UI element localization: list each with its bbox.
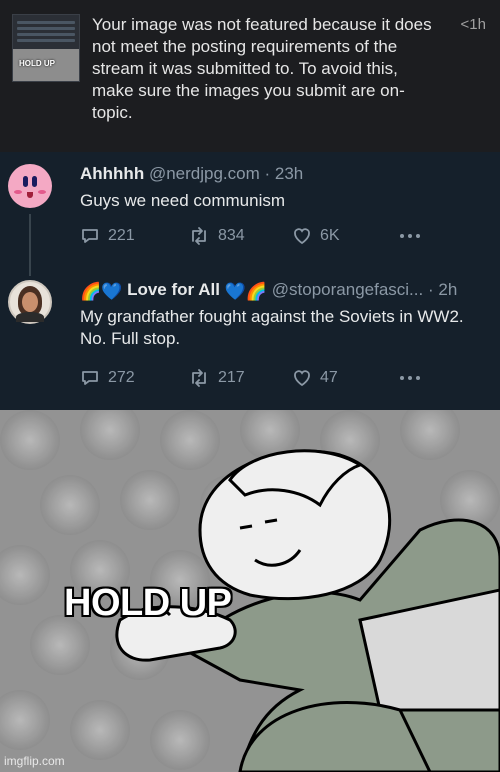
rejection-notification[interactable]: HOLD UP Your image was not featured beca… xyxy=(0,0,500,152)
reply-button[interactable]: 272 xyxy=(80,368,135,388)
tweet-2-header: 🌈💙 Love for All 💙🌈 @stoporangefasci... ·… xyxy=(80,280,457,302)
tweet-1-handle[interactable]: @nerdjpg.com xyxy=(149,164,260,183)
retweet-count: 217 xyxy=(218,369,245,386)
tweet-1-separator: · xyxy=(264,164,271,183)
more-dots-icon xyxy=(400,376,420,380)
kirby-right-eye xyxy=(32,176,37,187)
notification-message: Your image was not featured because it d… xyxy=(92,15,432,122)
kirby-left-blush xyxy=(14,190,22,194)
reply-button[interactable]: 221 xyxy=(80,226,135,246)
retweet-icon xyxy=(192,369,206,387)
notification-age: <1h xyxy=(460,16,486,33)
kirby-avatar-icon[interactable] xyxy=(8,164,52,208)
tweet-1-time[interactable]: 23h xyxy=(275,164,303,183)
tweet-thread: Ahhhhh @nerdjpg.com · 23h Guys we need c… xyxy=(0,152,500,410)
more-options-button[interactable] xyxy=(398,226,422,246)
reply-count: 221 xyxy=(108,227,135,244)
tweet-1-actions: 221 834 6K xyxy=(80,226,480,250)
thumbnail-caption: HOLD UP xyxy=(19,59,55,68)
kirby-left-eye xyxy=(23,176,28,187)
tweet-1-text: Guys we need communism xyxy=(80,191,286,210)
heart-icon xyxy=(294,228,310,245)
retweet-count: 834 xyxy=(218,227,245,244)
retweet-button[interactable]: 834 xyxy=(188,226,245,246)
reply-icon xyxy=(82,229,98,243)
imgflip-watermark: imgflip.com xyxy=(4,754,65,768)
like-button[interactable]: 6K xyxy=(292,226,340,246)
heart-rainbow-emoji: 💙🌈 xyxy=(224,282,268,301)
like-count: 6K xyxy=(320,227,340,244)
thread-connector xyxy=(29,214,31,276)
tweet-1-name[interactable]: Ahhhhh xyxy=(80,164,144,183)
reply-count: 272 xyxy=(108,369,135,386)
more-dots-icon xyxy=(400,234,420,238)
tweet-2-separator: · xyxy=(427,280,434,299)
reply-icon xyxy=(82,371,98,385)
thumbnail-text-lines xyxy=(17,21,75,45)
tweet-1[interactable]: Ahhhhh @nerdjpg.com · 23h Guys we need c… xyxy=(0,152,500,276)
kirby-right-blush xyxy=(38,190,46,194)
woman-portrait-avatar-icon[interactable] xyxy=(8,280,52,324)
rainbow-heart-emoji: 🌈💙 xyxy=(80,282,123,301)
tweet-2[interactable]: 🌈💙 Love for All 💙🌈 @stoporangefasci... ·… xyxy=(0,270,500,410)
tweet-2-handle[interactable]: @stoporangefasci... xyxy=(272,280,423,299)
retweet-icon xyxy=(192,227,206,245)
tweet-2-text: My grandfather fought against the Soviet… xyxy=(80,307,464,348)
heart-icon xyxy=(294,370,310,387)
more-options-button[interactable] xyxy=(398,368,422,388)
like-count: 47 xyxy=(320,369,338,386)
avatar-face xyxy=(22,292,38,312)
tweet-2-time[interactable]: 2h xyxy=(438,280,457,299)
avatar-shoulders xyxy=(16,312,44,322)
retweet-button[interactable]: 217 xyxy=(188,368,245,388)
submission-thumbnail[interactable]: HOLD UP xyxy=(12,14,80,82)
like-button[interactable]: 47 xyxy=(292,368,338,388)
kirby-mouth xyxy=(27,192,33,198)
meme-caption: HOLD UP xyxy=(64,582,232,624)
tweet-2-name[interactable]: Love for All xyxy=(127,280,220,299)
tweet-1-header: Ahhhhh @nerdjpg.com · 23h xyxy=(80,164,303,184)
tweet-2-actions: 272 217 47 xyxy=(80,368,480,392)
